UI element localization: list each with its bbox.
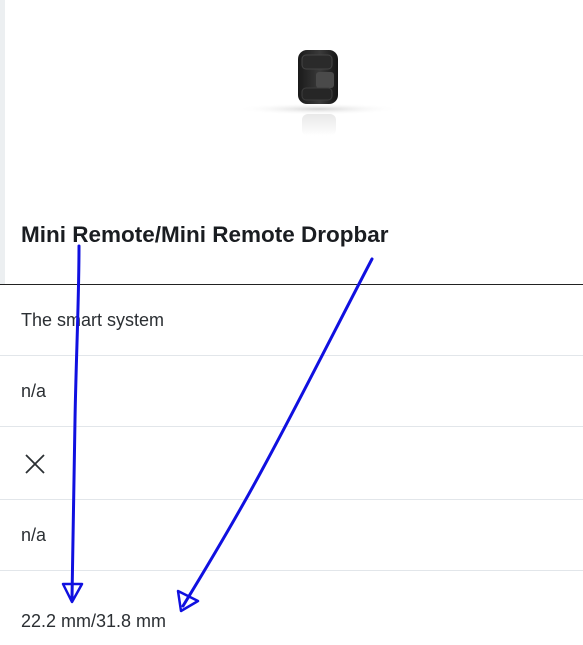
spec-row-2: n/a (0, 356, 583, 427)
cross-icon (25, 454, 45, 474)
product-reflection (302, 114, 336, 136)
spec-value-system: The smart system (21, 310, 165, 330)
product-title: Mini Remote/Mini Remote Dropbar (21, 222, 389, 247)
spec-row-3 (0, 427, 583, 500)
spec-row-4: n/a (0, 500, 583, 571)
product-shadow (236, 103, 400, 115)
product-bottom-button (301, 87, 333, 101)
spec-row-system: The smart system (0, 285, 583, 356)
spec-value-handlebar-diameter: 22.2 mm/31.8 mm (21, 611, 167, 631)
spec-value-2: n/a (21, 381, 47, 401)
product-top-button (301, 54, 333, 70)
spec-value-4: n/a (21, 525, 47, 545)
column-separator (0, 0, 5, 285)
product-side-button (316, 72, 334, 88)
product-spec-column: Mini Remote/Mini Remote Dropbar The smar… (0, 0, 583, 645)
product-image (236, 50, 400, 136)
spec-row-handlebar-diameter: 22.2 mm/31.8 mm (0, 571, 583, 645)
